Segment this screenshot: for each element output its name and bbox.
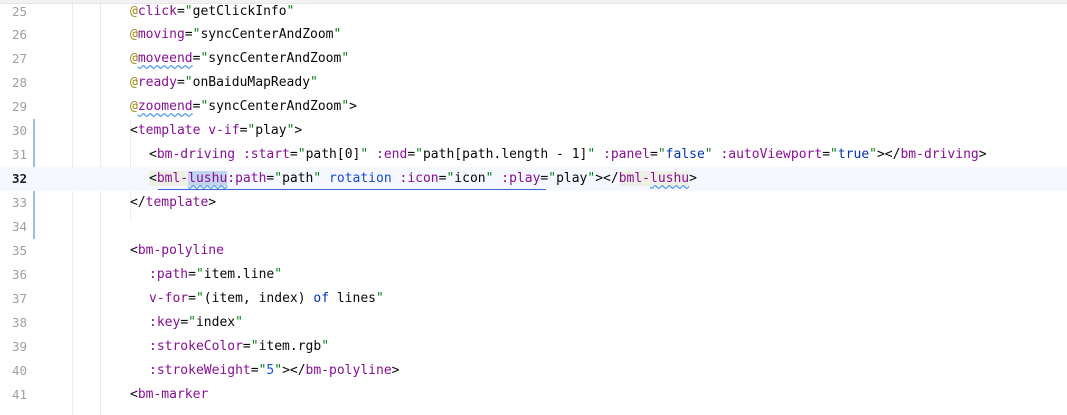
code-line[interactable]: 26 @moving="syncCenterAndZoom" (0, 23, 1067, 47)
code-text: @click="getClickInfo" (130, 4, 295, 19)
code-line[interactable]: 38 :key="index" (0, 311, 1067, 335)
error-underline (158, 189, 546, 190)
code-text: <bm-polyline (130, 243, 224, 258)
code-line[interactable]: 41 <bm-marker (0, 383, 1067, 407)
line-number: 27 (11, 51, 27, 66)
code-text: @ready="onBaiduMapReady" (130, 75, 318, 90)
line-number: 33 (11, 195, 27, 210)
line-number: 41 (11, 387, 27, 402)
code-line[interactable]: 34 (0, 215, 1067, 239)
code-text: v-for="(item, index) of lines" (149, 291, 384, 306)
code-text: <bm-driving :start="path[0]" :end="path[… (149, 147, 987, 162)
line-number: 26 (11, 27, 27, 42)
line-number: 29 (11, 99, 27, 114)
code-line[interactable]: 33 </template> (0, 191, 1067, 215)
line-number: 30 (11, 123, 27, 138)
code-text: :key="index" (149, 315, 243, 330)
line-number: 28 (11, 75, 27, 90)
code-editor[interactable]: 25 @click="getClickInfo" 26 @moving="syn… (0, 0, 1067, 415)
code-text: :strokeWeight="5"></bm-polyline> (149, 363, 400, 378)
line-number: 36 (11, 267, 27, 282)
code-text: @moveend="syncCenterAndZoom" (130, 51, 350, 66)
code-line[interactable]: 29 @zoomend="syncCenterAndZoom"> (0, 95, 1067, 119)
line-number: 37 (11, 291, 27, 306)
code-line[interactable]: 39 :strokeColor="item.rgb" (0, 335, 1067, 359)
code-line[interactable]: 27 @moveend="syncCenterAndZoom" (0, 47, 1067, 71)
code-line[interactable]: 28 @ready="onBaiduMapReady" (0, 71, 1067, 95)
line-number: 39 (11, 339, 27, 354)
code-line-current[interactable]: 32 <bml-lushu:path="path" rotation :icon… (0, 167, 1067, 191)
line-number: 35 (11, 243, 27, 258)
code-line[interactable]: 25 @click="getClickInfo" (0, 0, 1067, 24)
code-text: </template> (130, 195, 217, 210)
line-number: 34 (11, 219, 27, 234)
code-text: @zoomend="syncCenterAndZoom"> (130, 99, 357, 114)
code-line[interactable]: 40 :strokeWeight="5"></bm-polyline> (0, 359, 1067, 383)
line-number: 31 (11, 147, 27, 162)
code-text: :strokeColor="item.rgb" (149, 339, 330, 354)
code-line[interactable]: 37 v-for="(item, index) of lines" (0, 287, 1067, 311)
line-number: 38 (11, 315, 27, 330)
code-line[interactable]: 36 :path="item.line" (0, 263, 1067, 287)
line-number: 32 (11, 171, 27, 186)
code-text: @moving="syncCenterAndZoom" (130, 27, 342, 42)
code-line[interactable]: 35 <bm-polyline (0, 239, 1067, 263)
code-text: <bml-lushu:path="path" rotation :icon="i… (149, 171, 697, 186)
line-number: 40 (11, 363, 27, 378)
code-text: <bm-marker (130, 387, 209, 402)
code-text: :path="item.line" (149, 267, 283, 282)
code-text: <template v-if="play"> (130, 123, 303, 138)
line-number: 25 (11, 4, 27, 19)
code-line[interactable]: 31 <bm-driving :start="path[0]" :end="pa… (0, 143, 1067, 167)
code-line[interactable]: 30 <template v-if="play"> (0, 119, 1067, 143)
